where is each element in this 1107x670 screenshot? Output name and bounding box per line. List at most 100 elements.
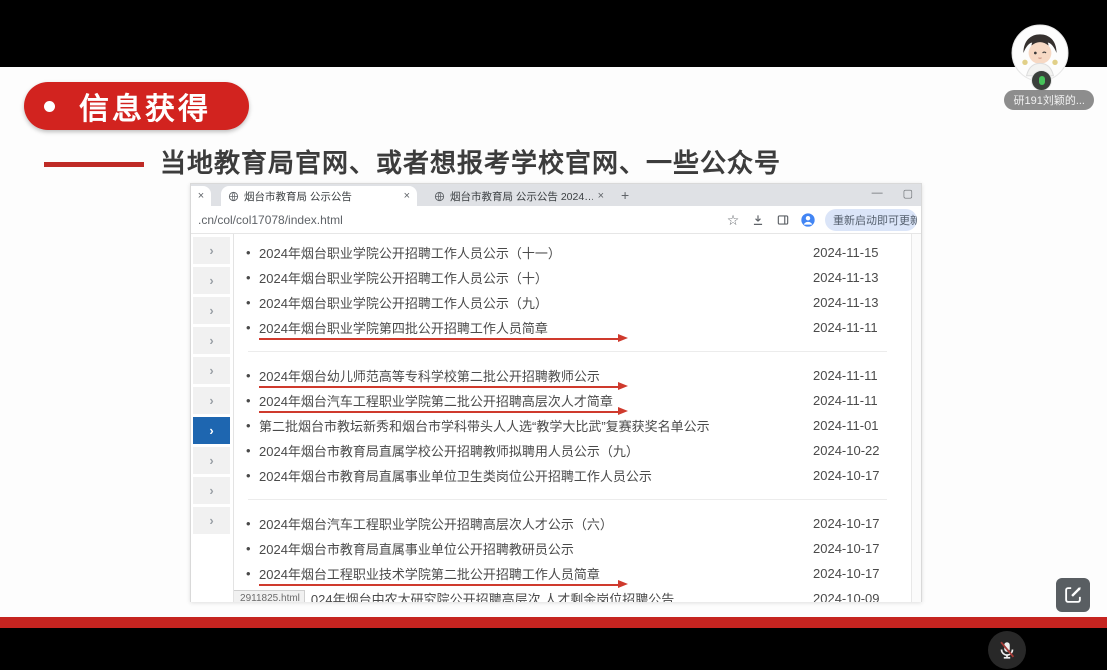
close-icon[interactable]: ×	[404, 191, 410, 202]
section-badge-label: 信息获得	[79, 84, 211, 128]
list-bullet: •	[246, 541, 259, 556]
shared-slide: 信息获得 当地教育局官网、或者想报考学校官网、一些公众号 × 烟台市教育局 公示…	[0, 67, 1107, 617]
announcement-link[interactable]: 2024年烟台幼儿师范高等专科学校第二批公开招聘教师公示	[259, 366, 813, 385]
bookmark-star-icon[interactable]: ☆	[725, 212, 741, 228]
chevron-right-icon: ›	[209, 303, 213, 318]
chrome-update-button[interactable]: 重新启动即可更新	[825, 209, 917, 231]
new-tab-button[interactable]: +	[621, 187, 629, 203]
tab-strip: × 烟台市教育局 公示公告×烟台市教育局 公示公告 2024…× + — ▢	[191, 184, 921, 206]
close-icon: ×	[198, 190, 204, 202]
minimize-icon[interactable]: —	[872, 187, 883, 200]
status-bar-link-tooltip: rt_17078_2911825.html	[234, 590, 305, 603]
announcement-row: •2024年烟台职业学院公开招聘工作人员公示（十）2024-11-13	[246, 265, 889, 290]
close-icon[interactable]: ×	[598, 191, 604, 202]
announcement-date: 2024-11-13	[813, 270, 889, 285]
announcement-section-2: •2024年烟台汽车工程职业学院公开招聘高层次人才公示（六）2024-10-17…	[246, 509, 889, 602]
chevron-right-icon: ›	[209, 363, 213, 378]
list-bullet: •	[246, 566, 259, 581]
section-divider	[248, 499, 887, 500]
sidebar-nav-item-3[interactable]: ›	[193, 327, 230, 354]
sidebar-nav-item-8[interactable]: ›	[193, 477, 230, 504]
announcement-link[interactable]: 2024年烟台职业学院公开招聘工作人员公示（九）	[259, 293, 813, 312]
side-panel-icon[interactable]	[775, 212, 791, 228]
announcement-list: •2024年烟台职业学院公开招聘工作人员公示（十一）2024-11-15•202…	[234, 234, 921, 602]
announcement-row: •2024年烟台职业学院第四批公开招聘工作人员简章2024-11-11	[246, 315, 889, 340]
tab-title: 烟台市教育局 公示公告	[244, 189, 399, 204]
download-icon[interactable]	[750, 212, 766, 228]
announcement-row: •2024年烟台幼儿师范高等专科学校第二批公开招聘教师公示2024-11-11	[246, 363, 889, 388]
chevron-right-icon: ›	[209, 423, 213, 438]
headline-underline	[44, 162, 144, 167]
meeting-screen: 信息获得 当地教育局官网、或者想报考学校官网、一些公众号 × 烟台市教育局 公示…	[0, 0, 1107, 670]
announcement-row: •2024年烟台汽车工程职业学院第二批公开招聘高层次人才简章2024-11-11	[246, 388, 889, 413]
microphone-muted-icon	[996, 639, 1018, 661]
sidebar-nav-item-4[interactable]: ›	[193, 357, 230, 384]
announcement-date: 2024-11-01	[813, 418, 889, 433]
announcement-date: 2024-10-17	[813, 516, 889, 531]
announcement-row: •2024年烟台工程职业技术学院第二批公开招聘工作人员简章2024-10-17	[246, 561, 889, 586]
announcement-row: •第二批烟台市教坛新秀和烟台市学科带头人人选“教学大比武”复赛获奖名单公示202…	[246, 413, 889, 438]
mute-button[interactable]	[988, 631, 1026, 669]
tab-strip-tabs: 烟台市教育局 公示公告×烟台市教育局 公示公告 2024…×	[211, 186, 611, 206]
announcement-link[interactable]: 2024年烟台职业学院公开招聘工作人员公示（十一）	[259, 243, 813, 262]
announcement-link[interactable]: 2024年烟台汽车工程职业学院第二批公开招聘高层次人才简章	[259, 391, 813, 410]
announcement-link[interactable]: 2024年烟台职业学院公开招聘工作人员公示（十）	[259, 268, 813, 287]
red-highlight-arrow	[259, 338, 619, 341]
announcement-date: 2024-11-11	[813, 393, 889, 408]
chevron-right-icon: ›	[209, 273, 213, 288]
announcement-row: •2024年烟台市教育局直属事业单位公开招聘教研员公示2024-10-17	[246, 536, 889, 561]
pencil-icon	[1062, 584, 1084, 606]
maximize-icon[interactable]: ▢	[903, 187, 913, 200]
url-bar: .cn/col/col17078/index.html ☆ 重新启动即可更新	[191, 206, 921, 234]
sidebar-nav-item-0[interactable]: ›	[193, 237, 230, 264]
announcement-row: •2024年烟台职业学院公开招聘工作人员公示（九）2024-11-13	[246, 290, 889, 315]
announcement-link[interactable]: 2024年烟台工程职业技术学院第二批公开招聘工作人员简章	[259, 564, 813, 583]
annotate-button[interactable]	[1056, 578, 1090, 612]
announcement-date: 2024-10-09	[813, 591, 889, 602]
list-bullet: •	[246, 393, 259, 408]
section-divider	[248, 351, 887, 352]
chevron-right-icon: ›	[209, 333, 213, 348]
list-bullet: •	[246, 270, 259, 285]
scrollbar[interactable]	[911, 234, 921, 602]
announcement-link[interactable]: 2024年烟台汽车工程职业学院公开招聘高层次人才公示（六）	[259, 514, 813, 533]
list-bullet: •	[246, 320, 259, 335]
profile-icon[interactable]	[800, 212, 816, 228]
sidebar-nav-item-6[interactable]: ›	[193, 417, 230, 444]
announcement-link[interactable]: 2024年烟台市教育局直属学校公开招聘教师拟聘用人员公示（九）	[259, 441, 813, 460]
sidebar-nav-item-2[interactable]: ›	[193, 297, 230, 324]
partial-tab-close[interactable]: ×	[191, 186, 211, 206]
participant-video-thumbnail[interactable]	[1011, 24, 1069, 82]
announcement-link[interactable]: 第二批烟台市教坛新秀和烟台市学科带头人人选“教学大比武”复赛获奖名单公示	[259, 416, 813, 435]
announcement-link[interactable]: 2024年烟台市教育局直属事业单位卫生类岗位公开招聘工作人员公示	[259, 466, 813, 485]
slide-headline: 当地教育局官网、或者想报考学校官网、一些公众号	[44, 143, 781, 180]
announcement-date: 2024-11-11	[813, 368, 889, 383]
announcement-row: •2024年烟台职业学院公开招聘工作人员公示（十一）2024-11-15	[246, 240, 889, 265]
announcement-date: 2024-10-17	[813, 566, 889, 581]
browser-tab-0[interactable]: 烟台市教育局 公示公告 ×	[221, 186, 417, 206]
announcement-date: 2024-11-13	[813, 295, 889, 310]
sidebar-nav-item-7[interactable]: ›	[193, 447, 230, 474]
chevron-right-icon: ›	[209, 243, 213, 258]
participant-name-label: 研191刘颖的...	[1004, 90, 1094, 110]
announcement-link[interactable]: 024年烟台中农大研究院公开招聘高层次 人才剩余岗位招聘公告	[311, 589, 813, 602]
announcement-section-0: •2024年烟台职业学院公开招聘工作人员公示（十一）2024-11-15•202…	[246, 238, 889, 342]
sidebar-nav-item-1[interactable]: ›	[193, 267, 230, 294]
browser-window: × 烟台市教育局 公示公告×烟台市教育局 公示公告 2024…× + — ▢ .…	[190, 183, 922, 602]
chevron-right-icon: ›	[209, 453, 213, 468]
sidebar-nav-item-5[interactable]: ›	[193, 387, 230, 414]
announcement-link[interactable]: 2024年烟台职业学院第四批公开招聘工作人员简章	[259, 318, 813, 337]
globe-icon	[434, 191, 445, 202]
chevron-right-icon: ›	[209, 393, 213, 408]
url-input[interactable]: .cn/col/col17078/index.html	[191, 213, 725, 227]
announcement-date: 2024-10-17	[813, 541, 889, 556]
list-bullet: •	[246, 468, 259, 483]
announcement-date: 2024-11-11	[813, 320, 889, 335]
announcement-date: 2024-10-22	[813, 443, 889, 458]
sidebar-nav-item-9[interactable]: ›	[193, 507, 230, 534]
chevron-right-icon: ›	[209, 513, 213, 528]
announcement-link[interactable]: 2024年烟台市教育局直属事业单位公开招聘教研员公示	[259, 539, 813, 558]
browser-tab-1[interactable]: 烟台市教育局 公示公告 2024…×	[427, 186, 611, 206]
list-bullet: •	[246, 516, 259, 531]
list-bullet: •	[246, 368, 259, 383]
